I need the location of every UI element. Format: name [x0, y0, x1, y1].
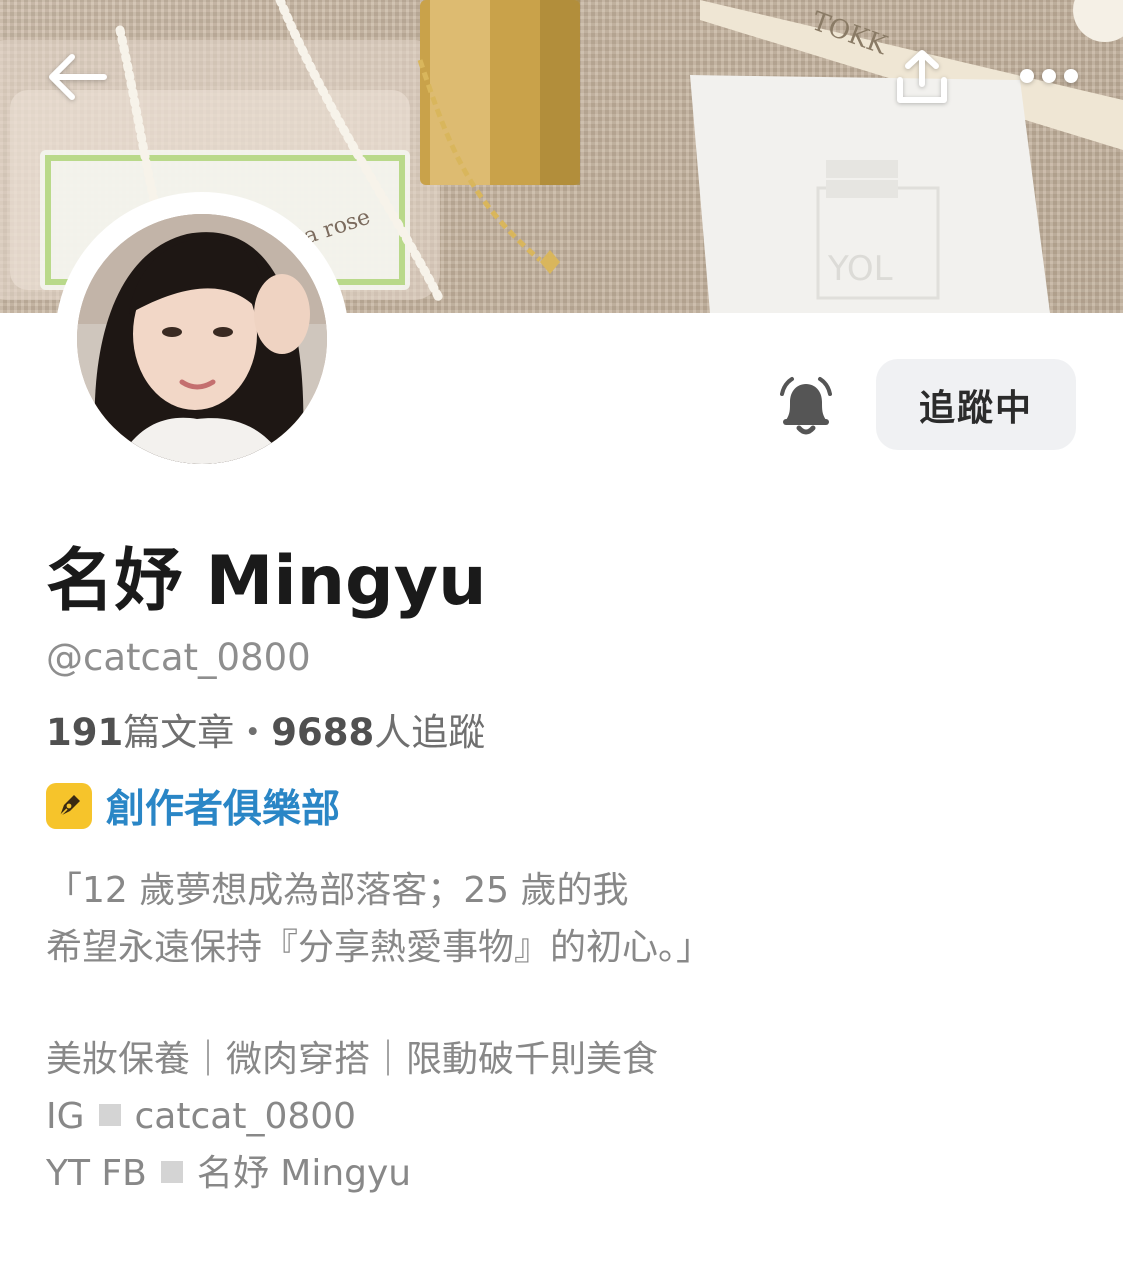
bio-social-yt-fb: YT FB 名妤 Mingyu	[46, 1145, 1086, 1202]
bio-line: 希望永遠保持『分享熱愛事物』的初心。」	[46, 927, 713, 968]
bio-social-ig: IG catcat_0800	[46, 1088, 1086, 1145]
creator-club-label: 創作者俱樂部	[106, 787, 341, 832]
share-upload-icon	[897, 50, 947, 103]
profile-bio: 「12 歲夢想成為部落客；25 歲的我 希望永遠保持『分享熱愛事物』的初心。」 …	[46, 862, 1086, 1202]
profile-stats: 191 篇文章 ・ 9688 人追蹤	[46, 702, 485, 756]
square-bullet-icon	[160, 1161, 183, 1183]
followers-label: 人追蹤	[374, 711, 486, 754]
arrow-left-icon	[49, 54, 107, 100]
pen-icon	[46, 783, 92, 829]
bio-line: 「12 歲夢想成為部落客；25 歲的我	[46, 870, 629, 911]
bell-icon	[780, 377, 832, 435]
creator-club-link[interactable]: 創作者俱樂部	[46, 782, 340, 832]
share-button[interactable]	[880, 40, 964, 114]
profile-name: 名妤 Mingyu	[46, 542, 487, 621]
stats-separator: ・	[234, 711, 272, 754]
posts-count: 191	[46, 711, 124, 754]
more-options-button[interactable]	[1004, 44, 1094, 108]
notification-bell-button[interactable]	[768, 368, 844, 444]
avatar[interactable]	[55, 192, 349, 486]
profile-page: la rose TOKK YOL 追蹤中 名妤 Mingyu @catcat_0…	[0, 0, 1123, 1279]
avatar-photo	[77, 214, 327, 464]
square-bullet-icon	[98, 1104, 121, 1126]
bio-ig-value: catcat_0800	[134, 1096, 357, 1137]
bio-ig-prefix: IG	[46, 1096, 85, 1137]
following-button[interactable]: 追蹤中	[876, 359, 1076, 450]
avatar-portrait	[77, 214, 327, 464]
followers-count: 9688	[271, 711, 375, 754]
posts-label: 篇文章	[123, 711, 235, 754]
profile-handle: @catcat_0800	[46, 636, 311, 679]
cover-card-logo: YOL	[827, 249, 893, 289]
bio-spacer	[46, 976, 1086, 1031]
more-dots-icon	[1020, 69, 1078, 83]
bio-ytfb-prefix: YT FB	[46, 1153, 147, 1194]
back-button[interactable]	[34, 40, 118, 114]
bio-line: 美妝保養｜微肉穿搭｜限動破千則美食	[46, 1039, 659, 1080]
bio-ytfb-value: 名妤 Mingyu	[196, 1153, 412, 1194]
